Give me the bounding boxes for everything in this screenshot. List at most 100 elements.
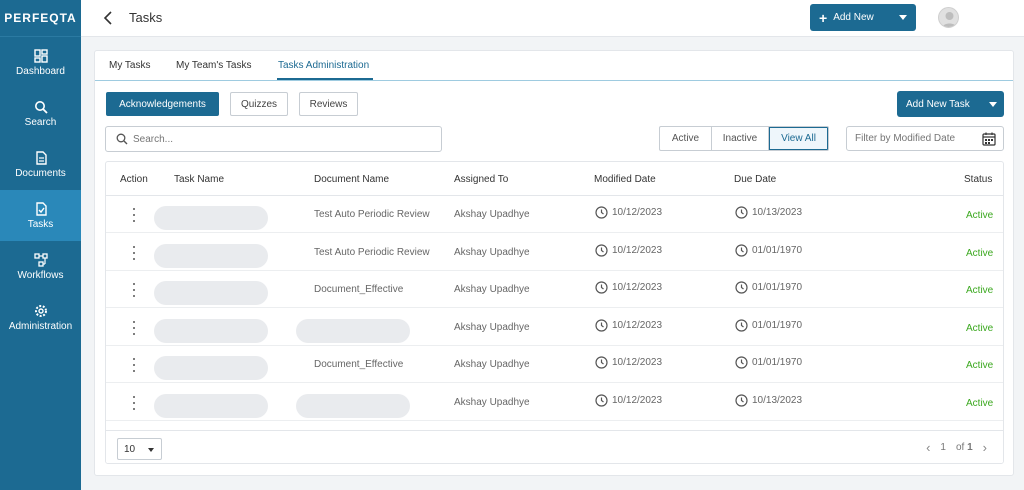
document-name-cell: Test Auto Periodic Review <box>314 209 430 220</box>
add-new-task-button[interactable]: Add New Task <box>897 91 1004 117</box>
modified-date-cell: 10/12/2023 <box>595 243 662 257</box>
clock-icon <box>595 393 608 407</box>
assigned-to-cell: Akshay Upadhye <box>454 396 530 408</box>
reviews-button[interactable]: Reviews <box>299 92 358 116</box>
back-button[interactable] <box>99 9 117 27</box>
due-date-cell: 10/13/2023 <box>735 206 802 219</box>
modified-date-cell: 10/12/2023 <box>595 281 662 294</box>
table-row[interactable]: Test Auto Periodic Review Akshay Upadhye 1… <box>106 234 1003 271</box>
sidebar-item-tasks[interactable]: Tasks <box>0 190 81 241</box>
sidebar-item-label: Administration <box>8 320 73 332</box>
chevron-down-icon <box>148 448 154 452</box>
sidebar-item-label: Workflows <box>17 269 64 281</box>
filter-active[interactable]: Active <box>660 127 712 150</box>
modified-date-value: 10/12/2023 <box>612 207 663 218</box>
filter-inactive[interactable]: Inactive <box>712 127 769 150</box>
chevron-right-icon[interactable]: › <box>983 440 987 455</box>
clock-icon <box>735 281 748 294</box>
page-size-select[interactable]: 10 <box>117 438 162 460</box>
column-header[interactable]: Modified Date <box>594 174 656 185</box>
task-name-placeholder <box>154 243 268 268</box>
status-badge: Active <box>966 322 994 334</box>
search-icon <box>116 133 128 145</box>
column-header[interactable]: Task Name <box>174 174 224 185</box>
sidebar-item-administration[interactable]: Administration <box>0 292 81 343</box>
sidebar-item-search[interactable]: Search <box>0 88 81 139</box>
main-card: My Tasks My Team's Tasks Tasks Administr… <box>94 50 1014 476</box>
avatar[interactable] <box>938 7 959 28</box>
column-header[interactable]: Status <box>964 174 992 185</box>
table-row[interactable]: Test Auto Periodic Review Akshay Upadhye 1… <box>106 196 1003 233</box>
chevron-down-icon[interactable] <box>989 102 997 107</box>
assigned-to-cell: Akshay Upadhye <box>454 284 530 295</box>
sidebar-item-dashboard[interactable]: Dashboard <box>0 37 81 88</box>
document-name-placeholder <box>296 393 410 418</box>
add-new-label: Add New <box>833 12 874 23</box>
chevron-left-icon[interactable]: ‹ <box>926 440 930 455</box>
column-header[interactable]: Due Date <box>734 174 776 185</box>
table-row[interactable]: Document_Effective Akshay Upadhye 10/12/20… <box>106 346 1003 383</box>
assigned-to-cell: Akshay Upadhye <box>454 246 530 258</box>
due-date-cell: 01/01/1970 <box>735 243 802 257</box>
status-badge: Active <box>966 397 994 409</box>
more-vertical-icon[interactable] <box>131 320 137 335</box>
sidebar-item-label: Dashboard <box>16 65 65 77</box>
sidebar: PERFEQTA Dashboard Search Documents Task… <box>0 0 81 490</box>
task-icon <box>35 201 47 216</box>
chevron-left-icon <box>103 11 112 25</box>
tab-my-tasks[interactable]: My Tasks <box>109 60 151 71</box>
due-date-value: 01/01/1970 <box>752 319 803 331</box>
clock-icon <box>735 206 748 219</box>
clock-icon <box>595 318 608 332</box>
clock-icon <box>595 356 608 369</box>
due-date-cell: 10/13/2023 <box>735 393 802 407</box>
clock-icon <box>595 206 608 219</box>
modified-date-input[interactable] <box>855 133 979 144</box>
search-box <box>105 126 442 152</box>
of-label: of <box>955 442 965 453</box>
column-header[interactable]: Document Name <box>314 174 389 185</box>
add-new-button[interactable]: + Add New <box>810 4 916 31</box>
total-pages: 1 <box>967 442 973 453</box>
clock-icon <box>735 243 748 257</box>
sidebar-item-workflows[interactable]: Workflows <box>0 241 81 292</box>
sidebar-item-documents[interactable]: Documents <box>0 139 81 190</box>
tasks-table: Action Task Name Document Name Assigned … <box>105 161 1004 464</box>
task-name-placeholder <box>154 393 268 418</box>
task-name-placeholder <box>154 281 268 305</box>
task-name-placeholder <box>154 318 268 343</box>
sidebar-item-label: Tasks <box>27 218 54 230</box>
tab-my-teams-tasks[interactable]: My Team's Tasks <box>176 60 251 71</box>
modified-date-cell: 10/12/2023 <box>595 206 662 219</box>
quizzes-button[interactable]: Quizzes <box>230 92 288 116</box>
due-date-cell: 01/01/1970 <box>735 318 803 332</box>
clock-icon <box>735 393 748 407</box>
more-vertical-icon[interactable] <box>131 395 137 410</box>
status-badge: Active <box>966 285 994 296</box>
table-row[interactable]: Document_Effective Akshay Upadhye 10/12/20… <box>106 271 1003 308</box>
modified-date-cell: 10/12/2023 <box>595 393 662 407</box>
more-vertical-icon[interactable] <box>131 283 137 297</box>
table-row[interactable]: Akshay Upadhye 10/12/2023 10/13/2023 Active <box>106 384 1003 421</box>
plus-icon: + <box>819 9 828 26</box>
filter-view-all[interactable]: View All <box>769 127 828 150</box>
acknowledgements-button[interactable]: Acknowledgements <box>106 92 219 116</box>
search-input[interactable] <box>133 133 423 145</box>
modified-date-cell: 10/12/2023 <box>595 356 662 369</box>
more-vertical-icon[interactable] <box>131 208 137 222</box>
tab-tasks-administration[interactable]: Tasks Administration <box>278 60 369 71</box>
chevron-down-icon[interactable] <box>899 15 907 20</box>
assigned-to-cell: Akshay Upadhye <box>454 209 530 220</box>
assigned-to-cell: Akshay Upadhye <box>454 321 530 333</box>
status-badge: Active <box>966 360 994 371</box>
more-vertical-icon[interactable] <box>131 358 137 372</box>
column-header[interactable]: Assigned To <box>454 174 508 185</box>
status-badge: Active <box>966 210 994 221</box>
page-title: Tasks <box>129 10 163 25</box>
more-vertical-icon[interactable] <box>131 245 137 260</box>
calendar-icon[interactable] <box>982 132 996 146</box>
sidebar-item-label: Documents <box>15 167 66 179</box>
user-icon <box>942 12 957 27</box>
table-row[interactable]: Akshay Upadhye 10/12/2023 01/01/1970 Active <box>106 309 1003 346</box>
task-name-placeholder <box>154 206 268 230</box>
